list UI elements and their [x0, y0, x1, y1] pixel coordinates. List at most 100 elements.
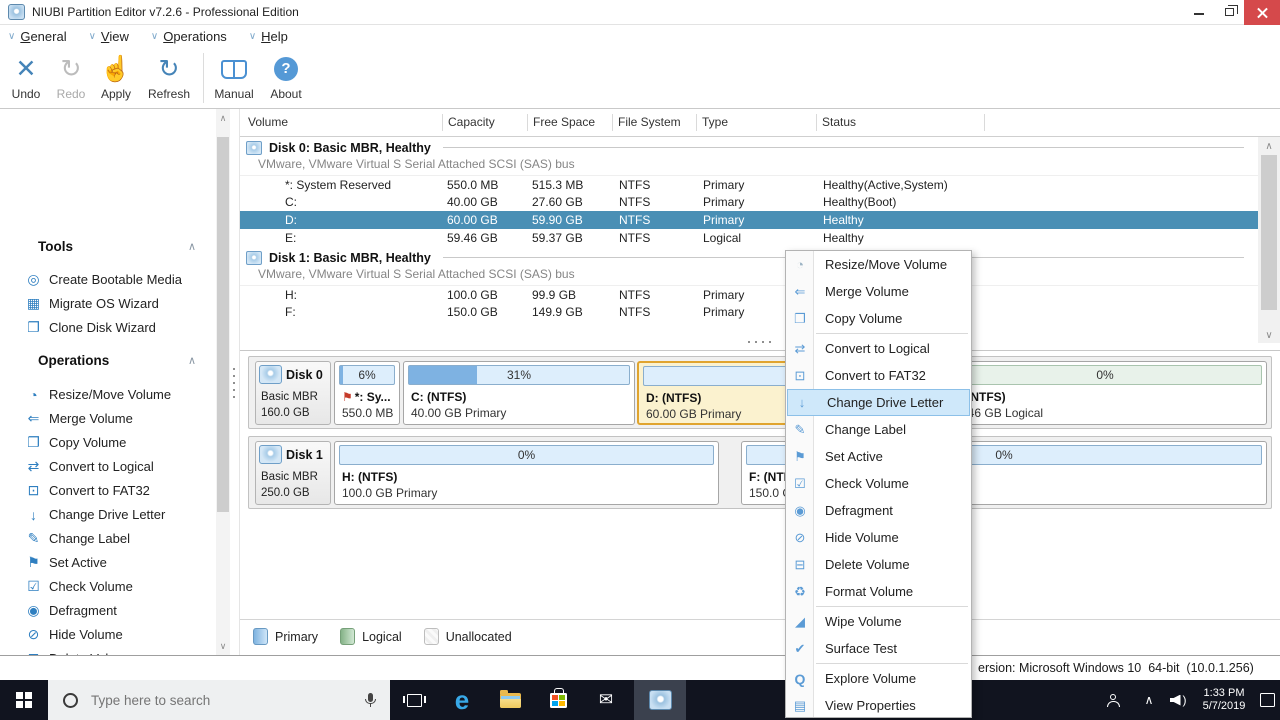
- table-scrollbar-thumb[interactable]: [1261, 155, 1277, 310]
- collapse-chevron-icon[interactable]: ∧: [184, 351, 200, 371]
- sidebar-item-copy-volume[interactable]: ❐ Copy Volume: [24, 432, 126, 453]
- volume-tray-button[interactable]: ): [1162, 680, 1194, 720]
- microsoft-store-button[interactable]: [534, 680, 582, 720]
- taskbar-search[interactable]: [48, 680, 390, 720]
- niubi-app-taskbar-button[interactable]: [634, 680, 686, 720]
- minimize-icon: [1194, 13, 1204, 15]
- column-header-capacity[interactable]: Capacity: [443, 114, 528, 131]
- volume-row-e[interactable]: E: 59.46 GB 59.37 GB NTFS Logical Health…: [240, 229, 1258, 247]
- context-change-label[interactable]: ✎ Change Label: [786, 416, 971, 443]
- refresh-button[interactable]: ↻ Refresh: [143, 53, 195, 101]
- edge-browser-button[interactable]: e: [438, 680, 486, 720]
- context-wipe-volume[interactable]: ◢ Wipe Volume: [786, 608, 971, 635]
- context-set-active[interactable]: ⚑ Set Active: [786, 443, 971, 470]
- column-header-free-space[interactable]: Free Space: [528, 114, 613, 131]
- menu-operations[interactable]: ∨ Operations: [151, 29, 227, 44]
- sidebar-item-delete-volume[interactable]: ⊟ Delete Volume: [24, 648, 134, 655]
- sidebar-item-migrate-os-wizard[interactable]: ▦ Migrate OS Wizard: [24, 293, 159, 314]
- context-convert-to-logical[interactable]: ⇄ Convert to Logical: [786, 335, 971, 362]
- column-header-type[interactable]: Type: [697, 114, 817, 131]
- sidebar-splitter-handle[interactable]: [233, 368, 235, 398]
- hide-volume-icon: ⊘: [786, 530, 814, 546]
- show-hidden-icons-button[interactable]: ∧: [1136, 680, 1162, 720]
- sidebar-item-merge-volume[interactable]: ⇐ Merge Volume: [24, 408, 133, 429]
- disk0-group-header[interactable]: Disk 0: Basic MBR, Healthy VMware, VMwar…: [246, 139, 1258, 175]
- partition-block-h[interactable]: 0% H: (NTFS) 100.0 GB Primary: [334, 441, 719, 505]
- column-header-volume[interactable]: Volume: [240, 114, 443, 131]
- operations-section-header[interactable]: Operations: [38, 351, 109, 371]
- sidebar-scrollbar-thumb[interactable]: [217, 137, 229, 512]
- partition-block-system-reserved[interactable]: 6% ⚑*: Sy... 550.0 MB: [334, 361, 400, 425]
- sidebar-item-defragment[interactable]: ◉ Defragment: [24, 600, 117, 621]
- file-explorer-button[interactable]: [486, 680, 534, 720]
- restore-button[interactable]: [1214, 0, 1244, 25]
- context-check-volume[interactable]: ☑ Check Volume: [786, 470, 971, 497]
- sidebar-item-convert-to-fat32[interactable]: ⊡ Convert to FAT32: [24, 480, 150, 501]
- disk1-group-header[interactable]: Disk 1: Basic MBR, Healthy VMware, VMwar…: [246, 249, 1258, 285]
- context-surface-test[interactable]: ✔ Surface Test: [786, 635, 971, 662]
- close-button[interactable]: [1244, 0, 1280, 25]
- scroll-down-icon[interactable]: ∨: [1258, 328, 1280, 343]
- task-view-button[interactable]: [390, 680, 438, 720]
- context-delete-volume[interactable]: ⊟ Delete Volume: [786, 551, 971, 578]
- context-hide-volume[interactable]: ⊘ Hide Volume: [786, 524, 971, 551]
- context-merge-volume[interactable]: ⇐ Merge Volume: [786, 278, 971, 305]
- sidebar-item-create-bootable-media[interactable]: ◎ Create Bootable Media: [24, 269, 182, 290]
- collapse-chevron-icon[interactable]: ∧: [184, 237, 200, 257]
- volume-row-c[interactable]: C: 40.00 GB 27.60 GB NTFS Primary Health…: [240, 193, 1258, 211]
- taskbar-clock[interactable]: 1:33 PM 5/7/2019: [1194, 680, 1254, 720]
- scroll-down-icon[interactable]: ∨: [216, 639, 230, 653]
- mail-button[interactable]: ✉: [582, 680, 630, 720]
- sidebar-item-resize-move-volume[interactable]: ◔ Resize/Move Volume: [24, 384, 171, 405]
- sidebar-item-change-label[interactable]: ✎ Change Label: [24, 528, 130, 549]
- manual-button[interactable]: Manual: [208, 53, 260, 101]
- bootable-media-icon: ◎: [24, 271, 43, 288]
- volume-row-f[interactable]: F: 150.0 GB 149.9 GB NTFS Primary: [240, 303, 1258, 321]
- sidebar-item-set-active[interactable]: ⚑ Set Active: [24, 552, 107, 573]
- partition-block-e[interactable]: 0% E: (NTFS) 59.46 GB Logical: [943, 361, 1267, 425]
- partition-block-c[interactable]: 31% C: (NTFS) 40.00 GB Primary: [403, 361, 635, 425]
- minimize-button[interactable]: [1184, 0, 1214, 25]
- scroll-up-icon[interactable]: ∧: [216, 111, 230, 125]
- chevron-down-icon: ∨: [151, 31, 158, 42]
- undo-button[interactable]: ✕ Undo: [2, 53, 50, 101]
- disk1-info-box[interactable]: Disk 1 Basic MBR 250.0 GB: [255, 441, 331, 505]
- scroll-up-icon[interactable]: ∧: [1258, 139, 1280, 154]
- context-defragment[interactable]: ◉ Defragment: [786, 497, 971, 524]
- menu-view[interactable]: ∨ View: [89, 29, 129, 44]
- context-resize-move-volume[interactable]: ◔ Resize/Move Volume: [786, 251, 971, 278]
- table-splitter-handle[interactable]: [748, 341, 776, 343]
- about-button[interactable]: ? About: [262, 53, 310, 101]
- microphone-icon[interactable]: [365, 693, 376, 707]
- toolbar-separator: [203, 53, 204, 103]
- sidebar-item-convert-to-logical[interactable]: ⇄ Convert to Logical: [24, 456, 154, 477]
- people-button[interactable]: [1094, 680, 1132, 720]
- context-convert-to-fat32[interactable]: ⊡ Convert to FAT32: [786, 362, 971, 389]
- volume-row-d-selected[interactable]: D: 60.00 GB 59.90 GB NTFS Primary Health…: [240, 211, 1258, 229]
- unallocated-swatch-icon: [424, 628, 439, 645]
- context-explore-volume[interactable]: Q Explore Volume: [786, 665, 971, 692]
- menu-general[interactable]: ∨ General: [8, 29, 67, 44]
- sidebar-item-change-drive-letter[interactable]: ↓ Change Drive Letter: [24, 504, 165, 525]
- context-format-volume[interactable]: ♻ Format Volume: [786, 578, 971, 605]
- cortana-icon: [63, 693, 78, 708]
- context-copy-volume[interactable]: ❐ Copy Volume: [786, 305, 971, 332]
- redo-button[interactable]: ↻ Redo: [47, 53, 95, 101]
- volume-row-h[interactable]: H: 100.0 GB 99.9 GB NTFS Primary: [240, 285, 1258, 303]
- context-change-drive-letter-highlighted[interactable]: ↓ Change Drive Letter: [787, 389, 970, 416]
- volume-row-system-reserved[interactable]: *: System Reserved 550.0 MB 515.3 MB NTF…: [240, 175, 1258, 193]
- column-header-file-system[interactable]: File System: [613, 114, 697, 131]
- action-center-button[interactable]: [1254, 680, 1280, 720]
- tools-section-header[interactable]: Tools: [38, 237, 73, 257]
- start-button[interactable]: [0, 680, 48, 720]
- sidebar-item-clone-disk-wizard[interactable]: ❐ Clone Disk Wizard: [24, 317, 156, 338]
- menu-help[interactable]: ∨ Help: [249, 29, 288, 44]
- search-input[interactable]: [91, 693, 365, 708]
- apply-button[interactable]: ☝ Apply: [92, 53, 140, 101]
- disk0-info-box[interactable]: Disk 0 Basic MBR 160.0 GB: [255, 361, 331, 425]
- context-view-properties[interactable]: ▤ View Properties: [786, 692, 971, 719]
- sidebar-item-hide-volume[interactable]: ⊘ Hide Volume: [24, 624, 123, 645]
- sidebar-item-check-volume[interactable]: ☑ Check Volume: [24, 576, 133, 597]
- status-bar: ersion: Microsoft Windows 10 64-bit (10.…: [0, 655, 1280, 680]
- column-header-status[interactable]: Status: [817, 114, 985, 131]
